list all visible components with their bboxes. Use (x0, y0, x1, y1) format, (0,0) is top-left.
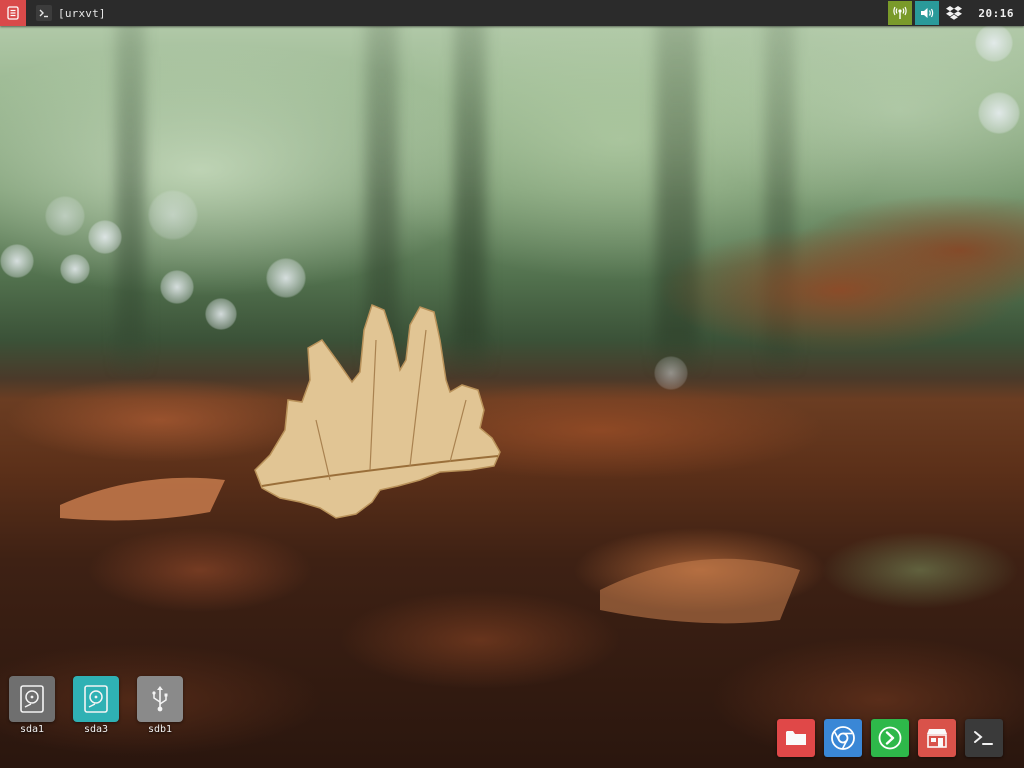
device-tile (9, 676, 55, 722)
hard-disk-icon (20, 685, 44, 713)
window-title: [urxvt] (58, 6, 106, 20)
usb-icon (152, 686, 168, 712)
network-icon (893, 6, 908, 19)
device-sda3[interactable]: sda3 (72, 676, 120, 735)
terminal-icon (36, 5, 52, 21)
device-label: sda1 (19, 724, 45, 735)
device-sdb1[interactable]: sdb1 (136, 676, 184, 735)
device-tile (137, 676, 183, 722)
device-label: sda3 (83, 724, 109, 735)
top-panel: [urxvt] 20:16 (0, 0, 1024, 26)
dock-feedreader[interactable] (871, 719, 909, 757)
wallpaper-autumn-leaves (0, 0, 1024, 768)
menu-icon (7, 6, 19, 20)
dock-file-manager[interactable] (777, 719, 815, 757)
desktop[interactable]: [urxvt] 20:16 sda1 sda3 sdb1 (0, 0, 1024, 768)
app-menu-button[interactable] (0, 0, 26, 26)
store-icon (927, 729, 947, 748)
network-tray-button[interactable] (888, 1, 913, 25)
device-sda1[interactable]: sda1 (8, 676, 56, 735)
terminal-icon (974, 731, 993, 745)
volume-icon (921, 8, 934, 18)
volume-tray-button[interactable] (915, 1, 940, 25)
hard-disk-icon (84, 685, 108, 713)
device-tile (73, 676, 119, 722)
dock-terminal[interactable] (965, 719, 1003, 757)
clock[interactable]: 20:16 (966, 7, 1024, 20)
chromium-icon (831, 726, 855, 750)
feed-arrow-icon (878, 726, 902, 750)
oak-leaf (60, 303, 800, 624)
dock-chromium[interactable] (824, 719, 862, 757)
dock-package-store[interactable] (918, 719, 956, 757)
folder-icon (786, 731, 806, 745)
dropbox-tray-button[interactable] (942, 1, 966, 25)
device-label: sdb1 (147, 724, 173, 735)
taskbar-window-urxvt[interactable]: [urxvt] (30, 0, 112, 26)
dropbox-icon (946, 6, 963, 20)
